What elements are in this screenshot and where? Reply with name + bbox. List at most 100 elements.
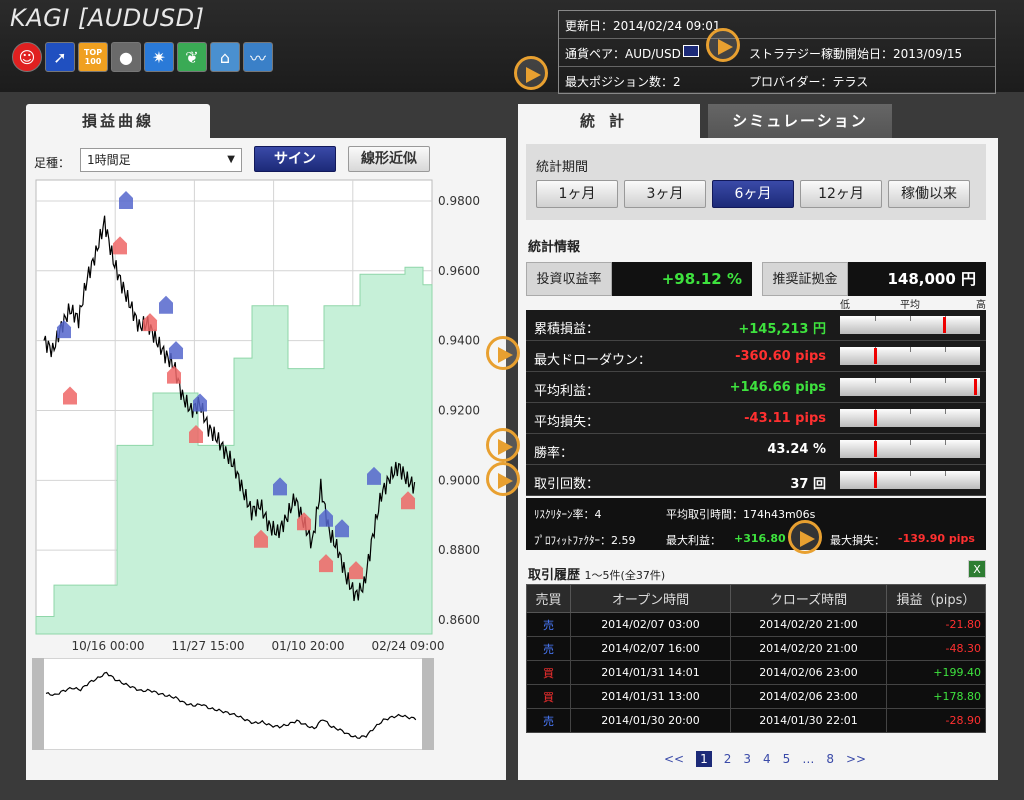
stat-gauge bbox=[840, 409, 980, 427]
tab-pl-curve[interactable]: 損益曲線 bbox=[26, 104, 210, 138]
page-link: … bbox=[802, 752, 815, 766]
stat-value: 37 回 bbox=[790, 477, 826, 492]
page-link[interactable]: >> bbox=[846, 752, 866, 766]
timeframe-value: 1時間足 bbox=[87, 153, 131, 167]
x-tick-label: 02/24 09:00 bbox=[372, 639, 445, 653]
strategy-start-date: ストラテジー稼動開始日：2013/09/15 bbox=[749, 47, 963, 61]
extra-stats: ﾘｽｸﾘﾀｰﾝ率：4 平均取引時間：174h43m06s ﾌﾟﾛﾌｨｯﾄﾌｧｸﾀ… bbox=[526, 498, 986, 550]
risk-return: ﾘｽｸﾘﾀｰﾝ率：4 bbox=[534, 508, 602, 521]
gauge-tick bbox=[945, 378, 946, 383]
stat-row: 取引回数： 37 回 bbox=[526, 465, 986, 496]
stat-row: 平均利益： +146.66 pips bbox=[526, 372, 986, 403]
stat-row: 勝率： 43.24 % bbox=[526, 434, 986, 465]
period-all-button[interactable]: 稼働以来 bbox=[888, 180, 970, 208]
zigzag-chart-badge-icon[interactable]: 〰 bbox=[243, 42, 273, 72]
overview-right-handle bbox=[422, 658, 434, 750]
stat-gauge bbox=[840, 378, 980, 396]
timeframe-label: 足種： bbox=[34, 156, 71, 170]
header: KAGI [AUDUSD] ☺ ➚ TOP 100 ● ✷ ❦ ⌂ 〰 更新日：… bbox=[0, 0, 1024, 95]
callout-marker bbox=[706, 28, 740, 62]
trade-side: 買 bbox=[526, 684, 571, 709]
tab-simulation[interactable]: シミュレーション bbox=[708, 104, 892, 138]
scale-low: 低 bbox=[840, 300, 850, 311]
linear-fit-button[interactable]: 線形近似 bbox=[348, 146, 430, 172]
smiley-badge-icon[interactable]: ☺ bbox=[12, 42, 42, 72]
page-link[interactable]: << bbox=[664, 752, 684, 766]
top100-badge-icon[interactable]: TOP 100 bbox=[78, 42, 108, 72]
avg-trade-time: 平均取引時間：174h43m06s bbox=[666, 508, 816, 521]
period-12m-button[interactable]: 12ヶ月 bbox=[800, 180, 882, 208]
max-positions: 最大ポジション数：2 bbox=[565, 75, 681, 89]
y-tick-label: 0.9800 bbox=[438, 194, 480, 208]
stats-table: 累積損益： +145,213 円最大ドローダウン： -360.60 pips 平均利益… bbox=[526, 310, 986, 496]
x-tick-label: 01/10 20:00 bbox=[272, 639, 345, 653]
table-row[interactable]: 買 2014/01/31 13:00 2014/02/06 23:00 +178.80 bbox=[526, 684, 986, 709]
callout-marker bbox=[486, 428, 520, 462]
overview-navigator[interactable] bbox=[32, 658, 434, 750]
profit-factor: ﾌﾟﾛﾌｨｯﾄﾌｧｸﾀｰ：2.59 bbox=[534, 534, 636, 547]
sphere-badge-icon[interactable]: ● bbox=[111, 42, 141, 72]
info-row-3: 最大ポジション数：2 プロバイダー：テラス bbox=[559, 67, 995, 95]
period-3m-button[interactable]: 3ヶ月 bbox=[624, 180, 706, 208]
period-1m-button[interactable]: 1ヶ月 bbox=[536, 180, 618, 208]
burst-badge-icon[interactable]: ✷ bbox=[144, 42, 174, 72]
roi-value: +98.12 % bbox=[612, 262, 752, 296]
margin-label: 推奨証拠金 bbox=[762, 262, 848, 296]
info-row-2: 通貨ペア：AUD/USD ストラテジー稼動開始日：2013/09/15 bbox=[559, 39, 995, 67]
trade-pl: +178.80 bbox=[886, 684, 986, 709]
stat-value: -43.11 pips bbox=[744, 411, 826, 426]
australia-flag-icon bbox=[683, 45, 699, 57]
table-row[interactable]: 買 2014/01/31 14:01 2014/02/06 23:00 +199.40 bbox=[526, 660, 986, 685]
y-tick-label: 0.9600 bbox=[438, 264, 480, 278]
trade-side: 売 bbox=[526, 708, 571, 733]
max-loss-value: -139.90 pips bbox=[898, 532, 975, 545]
rising-arrow-badge-icon[interactable]: ➚ bbox=[45, 42, 75, 72]
stats-title: 統計情報 bbox=[528, 240, 581, 255]
x-tick-label: 11/27 15:00 bbox=[172, 639, 245, 653]
col-side: 売買 bbox=[526, 584, 571, 613]
roi-label: 投資収益率 bbox=[526, 262, 612, 296]
stat-gauge bbox=[840, 440, 980, 458]
open-time: 2014/02/07 16:00 bbox=[570, 636, 731, 661]
gauge-tick bbox=[875, 378, 876, 383]
pl-curve-panel: 損益曲線 足種： 1時間足 ▼ サイン 線形近似 0.9800 0.9600 0.9… bbox=[26, 104, 506, 780]
col-close: クローズ時間 bbox=[730, 584, 887, 613]
table-row[interactable]: 売 2014/01/30 20:00 2014/01/30 22:01 -28.90 bbox=[526, 708, 986, 733]
stat-label: 最大ドローダウン： bbox=[534, 353, 652, 368]
excel-export-icon[interactable]: X bbox=[968, 560, 986, 578]
scale-mid: 平均 bbox=[900, 300, 920, 311]
close-time: 2014/02/06 23:00 bbox=[730, 660, 887, 685]
gauge-marker bbox=[942, 317, 946, 333]
stat-gauge bbox=[840, 347, 980, 365]
house-badge-icon[interactable]: ⌂ bbox=[210, 42, 240, 72]
timeframe-select[interactable]: 1時間足 ▼ bbox=[80, 148, 242, 172]
open-time: 2014/02/07 03:00 bbox=[570, 612, 731, 637]
tab-stats[interactable]: 統計 bbox=[518, 104, 700, 138]
table-row[interactable]: 売 2014/02/07 16:00 2014/02/20 21:00 -48.30 bbox=[526, 636, 986, 661]
gauge-tick bbox=[910, 471, 911, 476]
close-time: 2014/02/06 23:00 bbox=[730, 684, 887, 709]
top100-label: TOP 100 bbox=[83, 48, 103, 66]
trade-pl: -28.90 bbox=[886, 708, 986, 733]
gauge-tick bbox=[945, 471, 946, 476]
page-link[interactable]: 2 bbox=[724, 752, 732, 766]
overview-frame bbox=[32, 658, 434, 750]
overview-left-handle bbox=[32, 658, 44, 750]
page-link[interactable]: 5 bbox=[783, 752, 791, 766]
stats-panel: 統計 シミュレーション 統計期間 1ヶ月 3ヶ月 6ヶ月 12ヶ月 稼働以来 統… bbox=[518, 104, 998, 780]
table-row[interactable]: 売 2014/02/07 03:00 2014/02/20 21:00 -21.80 bbox=[526, 612, 986, 637]
page-link[interactable]: 8 bbox=[826, 752, 834, 766]
period-6m-button[interactable]: 6ヶ月 bbox=[712, 180, 794, 208]
provider: プロバイダー：テラス bbox=[749, 75, 869, 89]
page-link[interactable]: 3 bbox=[743, 752, 751, 766]
page-current[interactable]: 1 bbox=[696, 751, 712, 767]
sign-button[interactable]: サイン bbox=[254, 146, 336, 172]
stat-gauge bbox=[840, 316, 980, 334]
page-link[interactable]: 4 bbox=[763, 752, 771, 766]
sprout-badge-icon[interactable]: ❦ bbox=[177, 42, 207, 72]
info-row-1: 更新日：2014/02/24 09:01 bbox=[559, 11, 995, 39]
trade-side: 買 bbox=[526, 660, 571, 685]
stat-gauge bbox=[840, 471, 980, 489]
trade-side: 売 bbox=[526, 636, 571, 661]
gauge-tick bbox=[910, 347, 911, 352]
